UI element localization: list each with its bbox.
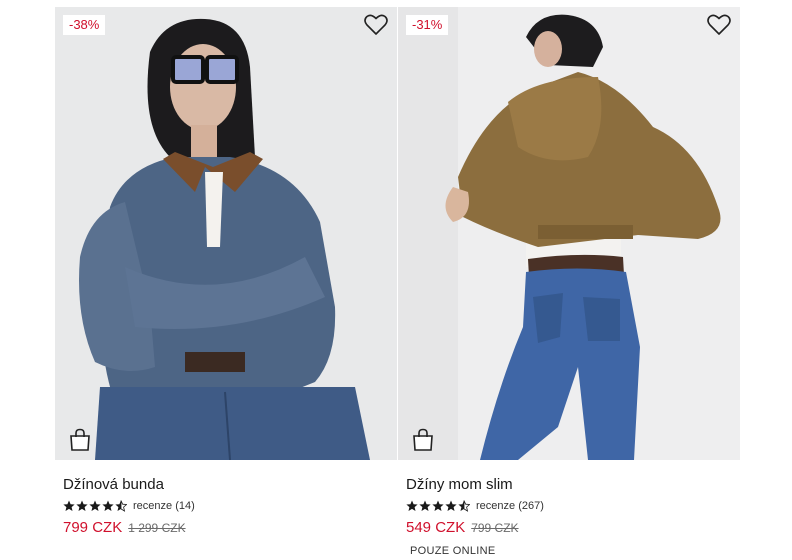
product-image[interactable]: -31% (398, 7, 740, 460)
heart-icon[interactable] (707, 14, 731, 36)
original-price: 799 CZK (471, 521, 519, 535)
product-photo-jacket (55, 7, 397, 460)
rating-stars (63, 500, 127, 512)
star-icon (102, 500, 114, 511)
star-icon (445, 500, 457, 511)
star-half-icon (115, 500, 127, 512)
product-title[interactable]: Džíny mom slim (406, 476, 513, 493)
star-icon (419, 500, 431, 511)
discount-badge: -38% (63, 15, 106, 35)
star-icon (76, 500, 88, 511)
star-icon (89, 500, 101, 511)
price-row: 549 CZK 799 CZK (406, 519, 519, 536)
review-count[interactable]: recenze (267) (476, 500, 544, 512)
product-card[interactable]: -38% Džínová bunda recenze (14) 799 CZK … (55, 7, 397, 560)
product-rating: recenze (14) (63, 499, 195, 513)
product-photo-jeans (398, 7, 740, 460)
heart-icon[interactable] (364, 14, 388, 36)
price-row: 799 CZK 1 299 CZK (63, 519, 186, 536)
online-only-label: POUZE ONLINE (410, 545, 496, 557)
star-icon (406, 500, 418, 511)
shopping-bag-icon[interactable] (69, 428, 91, 452)
discount-badge: -31% (406, 15, 449, 35)
product-card[interactable]: -31% Džíny mom slim recenze (267) 549 CZ… (398, 7, 740, 560)
shopping-bag-icon[interactable] (412, 428, 434, 452)
star-half-icon (458, 500, 470, 512)
product-rating: recenze (267) (406, 499, 544, 513)
sale-price: 549 CZK (406, 519, 466, 536)
product-image[interactable]: -38% (55, 7, 397, 460)
review-count[interactable]: recenze (14) (133, 500, 195, 512)
star-icon (63, 500, 75, 511)
star-icon (432, 500, 444, 511)
rating-stars (406, 500, 470, 512)
original-price: 1 299 CZK (128, 521, 186, 535)
product-title[interactable]: Džínová bunda (63, 476, 164, 493)
sale-price: 799 CZK (63, 519, 123, 536)
